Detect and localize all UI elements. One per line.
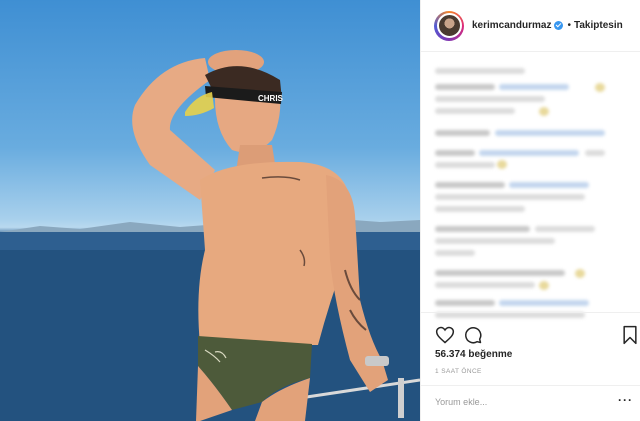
comment-line	[435, 282, 535, 288]
comment-line	[435, 238, 555, 244]
wristwatch	[365, 356, 389, 366]
comment-line	[435, 130, 490, 136]
comment-line	[435, 206, 525, 212]
comment-line	[435, 162, 495, 168]
separator-dot: •	[567, 20, 571, 31]
comment-line	[435, 108, 515, 114]
visor-logo-text: CHRIS	[258, 94, 284, 103]
comment-line	[499, 300, 589, 306]
likes-count[interactable]: 56.374 beğenme	[435, 349, 512, 360]
face	[214, 95, 281, 153]
comment-line	[499, 84, 569, 90]
comment-emoji	[575, 269, 585, 278]
comment-line	[585, 150, 605, 156]
speech-bubble-icon[interactable]	[463, 325, 483, 345]
username-link[interactable]: kerimcandurmaz	[472, 20, 551, 31]
comment-line	[435, 270, 565, 276]
photo-illustration: CHRIS	[0, 50, 420, 421]
comment-bar: ···	[421, 385, 640, 417]
comment-line	[435, 84, 495, 90]
comment-line	[435, 250, 475, 256]
bookmark-icon[interactable]	[620, 325, 640, 345]
verified-badge-icon	[554, 21, 564, 30]
post-header: kerimcandurmaz • Takiptesin	[421, 0, 640, 52]
post-actions: 56.374 beğenme 1 SAAT ÖNCE ···	[421, 312, 640, 416]
comment-line	[435, 194, 585, 200]
heart-icon[interactable]	[435, 325, 455, 345]
comment-line	[435, 226, 530, 232]
blurred-comments	[435, 64, 631, 320]
comment-emoji	[497, 160, 507, 169]
comment-line	[479, 150, 579, 156]
post-photo[interactable]: CHRIS	[0, 0, 420, 421]
comment-emoji	[595, 83, 605, 92]
boat-post	[398, 378, 404, 418]
comment-line	[535, 226, 595, 232]
post-timestamp[interactable]: 1 SAAT ÖNCE	[435, 368, 482, 375]
comment-line	[435, 96, 545, 102]
comment-emoji	[539, 107, 549, 116]
avatar-image	[436, 13, 462, 38]
comment-line	[435, 68, 525, 74]
post-side-panel: kerimcandurmaz • Takiptesin 56.374 beğen…	[420, 0, 640, 421]
comment-emoji	[539, 281, 549, 290]
comment-line	[495, 130, 605, 136]
following-button[interactable]: Takiptesin	[574, 20, 623, 31]
comment-line	[435, 182, 505, 188]
comment-line	[435, 300, 495, 306]
ellipsis-icon[interactable]: ···	[618, 394, 633, 406]
avatar[interactable]	[434, 10, 464, 41]
instagram-post: CHRIS kerimcandurmaz • Takiptesin 56.374…	[0, 0, 640, 421]
comment-line	[509, 182, 589, 188]
comment-line	[435, 150, 475, 156]
comment-input[interactable]	[435, 396, 605, 407]
